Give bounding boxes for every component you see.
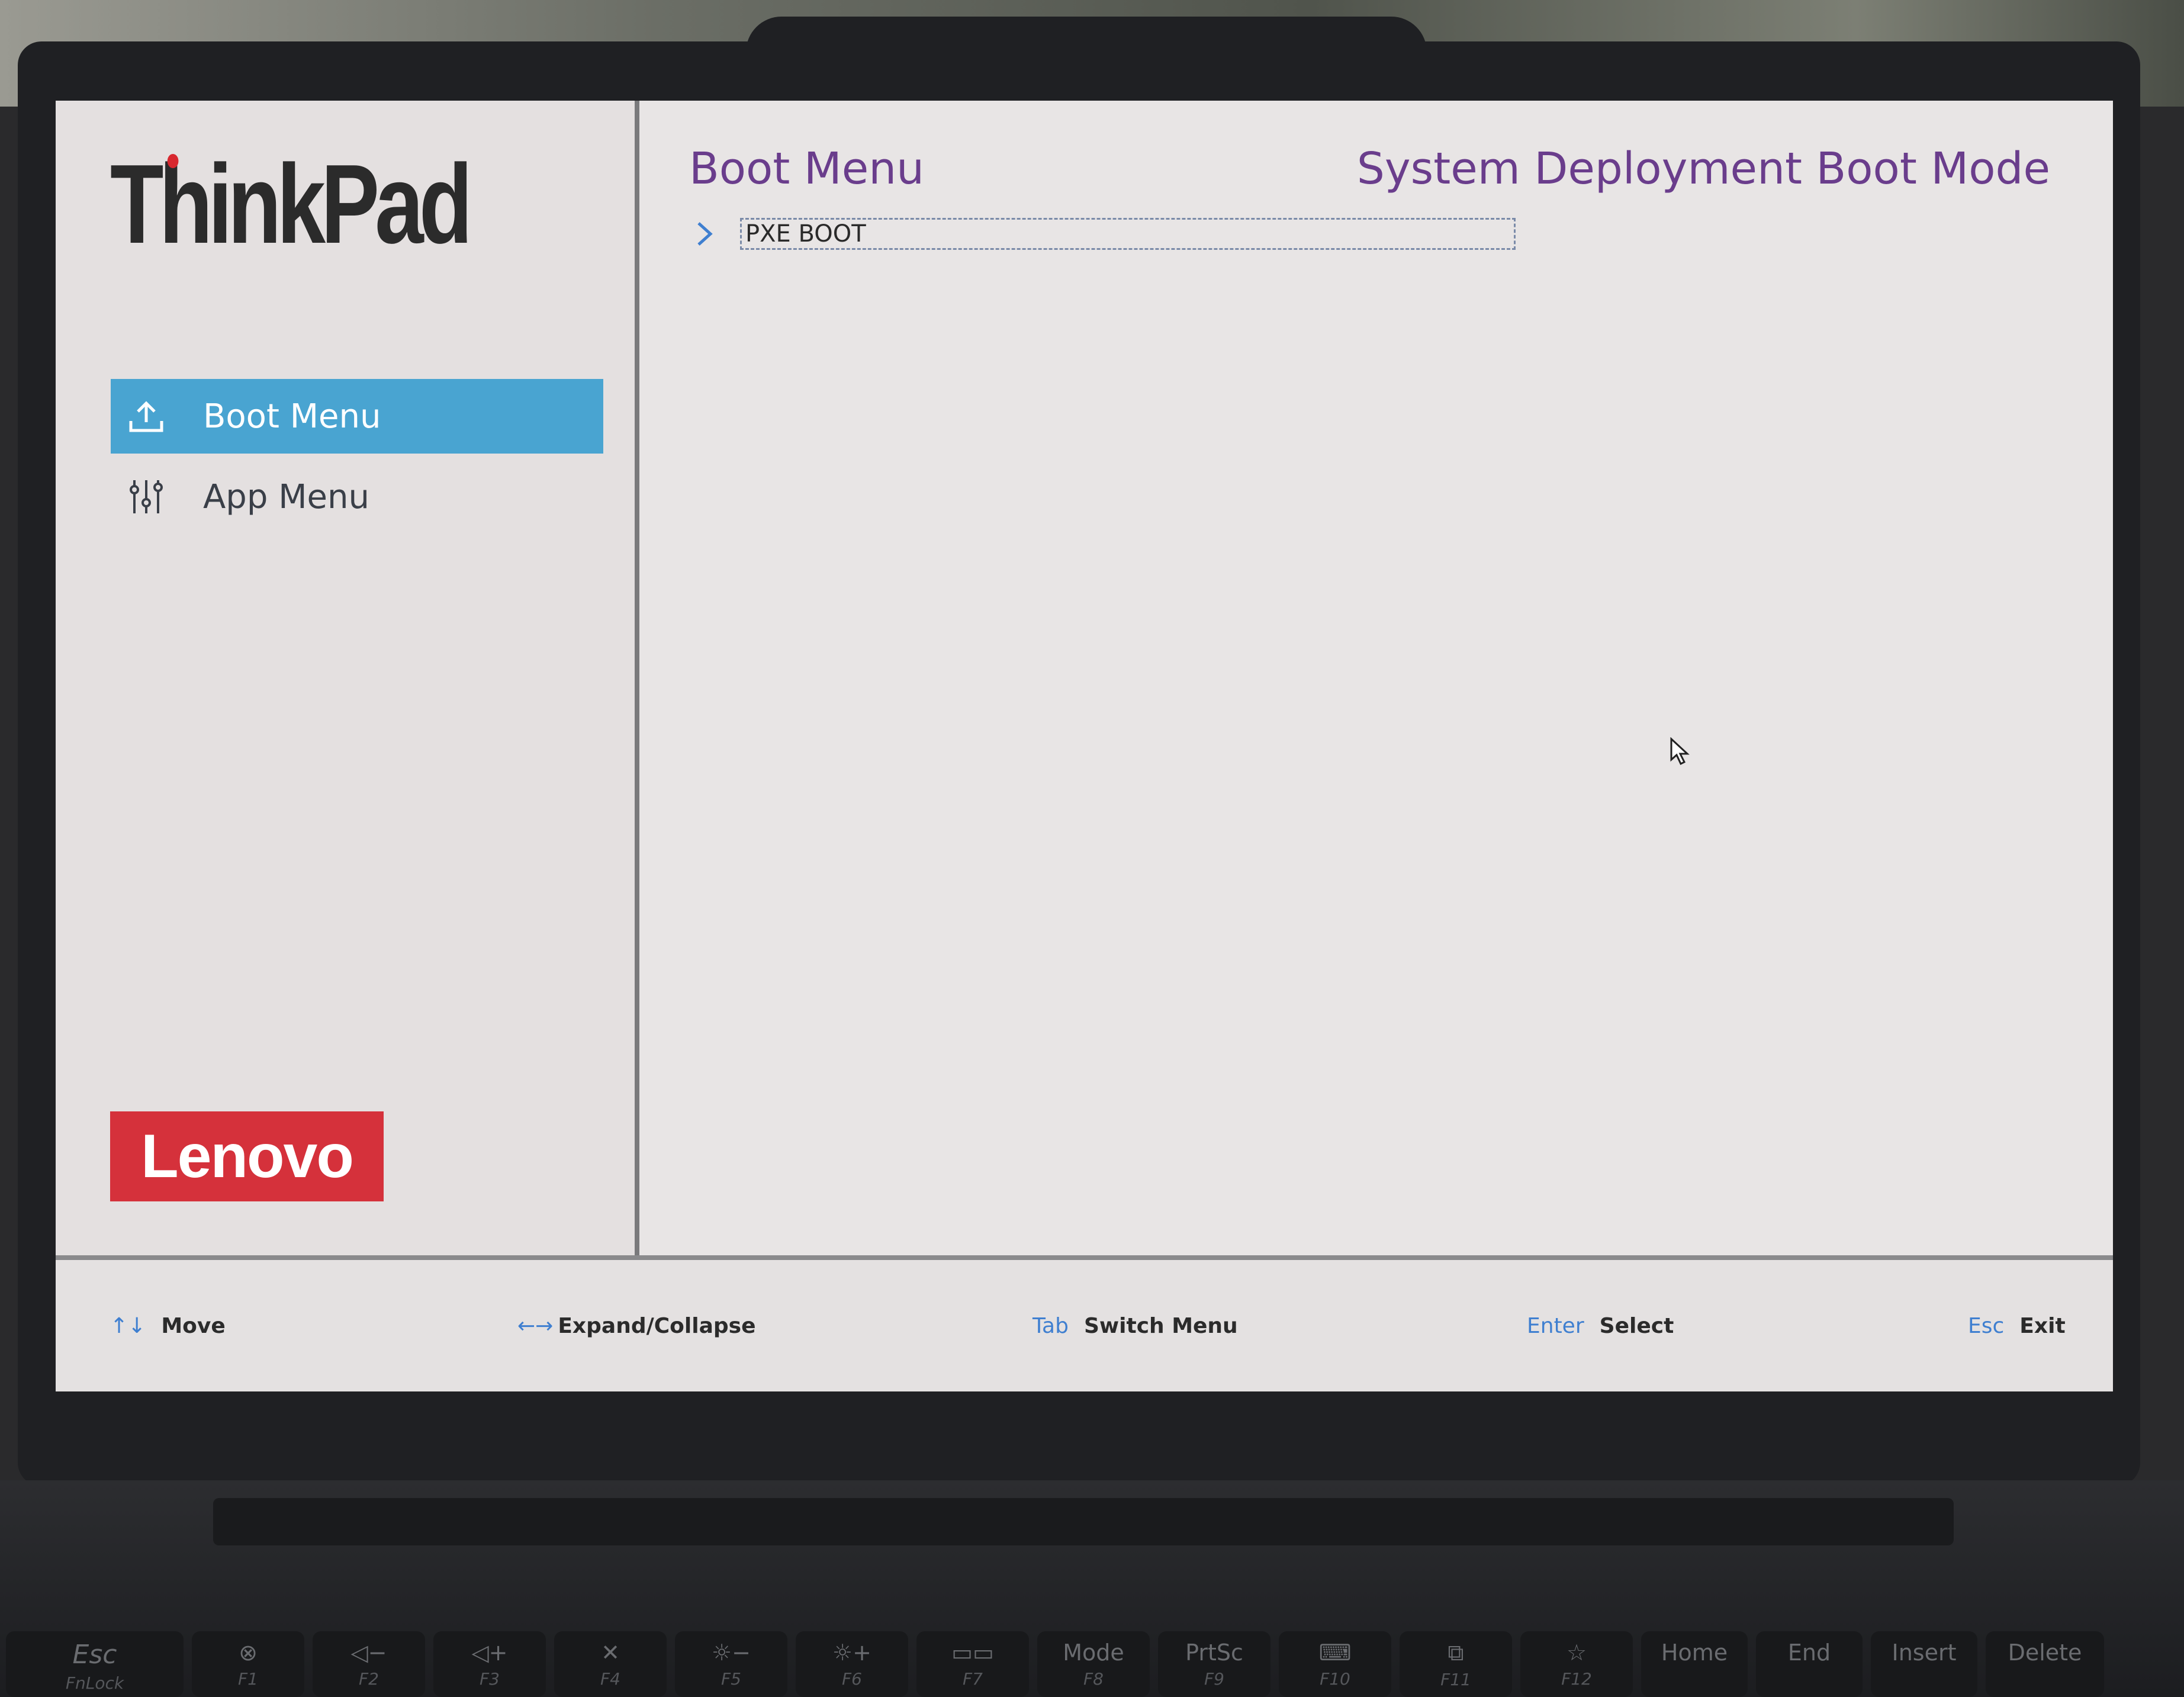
key-top-label: ✕ [601,1640,620,1666]
hint-tab: Tab Switch Menu [1033,1260,1238,1391]
key-esc[interactable]: Esc FnLock [6,1631,184,1697]
key-top-label: PrtSc [1185,1640,1243,1666]
hint-key: ↑↓ [110,1313,146,1338]
key-f7[interactable]: ▭▭ F7 [916,1631,1029,1697]
key-sub-label: F4 [600,1669,620,1689]
key-top-label: ☼+ [832,1640,871,1666]
sidebar-item-label: Boot Menu [203,397,381,436]
key-sub-label: F7 [963,1669,983,1689]
key-f2[interactable]: ◁− F2 [313,1631,425,1697]
key-top-label: ◁+ [471,1640,508,1666]
key-f1[interactable]: ⊗ F1 [192,1631,304,1697]
key-sub-label: F3 [480,1669,500,1689]
mouse-pointer-icon [1670,737,1690,768]
thinkpad-logo-text: ThinkPad [110,142,472,267]
key-f11[interactable]: ⧉ F11 [1400,1631,1512,1697]
thinkpad-logo-dot [167,154,179,168]
boot-entry-label: PXE BOOT [740,218,1516,250]
key-delete[interactable]: Delete [1986,1631,2104,1697]
key-sub-label: F10 [1320,1669,1350,1689]
key-top-label: ☼− [712,1640,751,1666]
key-sub-label: F1 [238,1669,258,1689]
key-top-label: ⊗ [239,1640,258,1666]
key-top-label: End [1787,1640,1831,1666]
hinge [213,1498,1954,1545]
key-f8[interactable]: Mode F8 [1037,1631,1150,1697]
key-top-label: Delete [2008,1640,2082,1666]
key-sub-label: F8 [1083,1669,1104,1689]
key-f5[interactable]: ☼− F5 [675,1631,787,1697]
hint-key: ←→ [517,1313,554,1338]
upload-icon [123,393,170,440]
key-f6[interactable]: ☼+ F6 [796,1631,908,1697]
key-f12[interactable]: ☆ F12 [1520,1631,1633,1697]
key-sub-label: F2 [359,1669,379,1689]
key-sub-label: F6 [842,1669,862,1689]
sidebar-item-label: App Menu [203,477,369,516]
thinkpad-logo: ThinkPad [110,148,472,261]
key-top-label: ⧉ [1448,1640,1464,1666]
sidebar: ThinkPad Boot Menu App Menu Lenovo [56,101,635,1255]
boot-mode-title: System Deployment Boot Mode [1356,143,2050,194]
page-title: Boot Menu [689,143,925,194]
sliders-icon [123,473,170,520]
key-top-label: ▭▭ [951,1640,994,1666]
key-top-label: Insert [1892,1640,1957,1666]
function-key-row: Esc FnLock ⊗ F1 ◁− F2 ◁+ F3 ✕ F4 ☼− F5 ☼… [0,1631,2184,1697]
hint-label: Switch Menu [1083,1313,1238,1338]
key-top-label: ⌨ [1318,1640,1352,1666]
boot-entry-pxe[interactable]: PXE BOOT [687,213,1516,255]
key-sub-label: FnLock [65,1673,124,1693]
key-sub-label: F11 [1440,1670,1471,1689]
key-sub-label: F5 [721,1669,741,1689]
hint-key: Enter [1527,1313,1584,1338]
hint-enter: Enter Select [1527,1260,1674,1391]
lenovo-logo: Lenovo [110,1111,384,1201]
sidebar-nav: Boot Menu App Menu [111,379,603,534]
hint-label: Expand/Collapse [558,1313,756,1338]
key-hints-footer: ↑↓ Move ←→ Expand/Collapse Tab Switch Me… [56,1260,2113,1391]
bios-screen: ThinkPad Boot Menu App Menu Lenovo Boot … [56,101,2113,1391]
key-end[interactable]: End [1756,1631,1863,1697]
hint-esc: Esc Exit [1968,1260,2066,1391]
key-insert[interactable]: Insert [1871,1631,1977,1697]
hint-move: ↑↓ Move [110,1260,226,1391]
key-f9[interactable]: PrtSc F9 [1158,1631,1270,1697]
hint-expand-collapse: ←→ Expand/Collapse [517,1260,756,1391]
main-panel: Boot Menu System Deployment Boot Mode PX… [639,101,2113,1255]
key-top-label: Mode [1063,1640,1124,1666]
key-f3[interactable]: ◁+ F3 [433,1631,546,1697]
key-top-label: ◁− [350,1640,387,1666]
key-home[interactable]: Home [1641,1631,1748,1697]
key-top-label: ☆ [1566,1640,1587,1666]
sidebar-item-boot-menu[interactable]: Boot Menu [111,379,603,454]
chevron-right-icon [687,216,722,252]
hint-key: Esc [1968,1313,2005,1338]
hint-label: Select [1599,1313,1674,1338]
key-sub-label: F9 [1204,1669,1224,1689]
hint-label: Exit [2019,1313,2066,1338]
sidebar-item-app-menu[interactable]: App Menu [111,459,603,534]
key-sub-label: F12 [1561,1669,1592,1689]
key-top-label: Home [1661,1640,1728,1666]
key-f4[interactable]: ✕ F4 [554,1631,667,1697]
vertical-divider [635,101,639,1255]
key-f10[interactable]: ⌨ F10 [1279,1631,1391,1697]
hint-key: Tab [1033,1313,1069,1338]
key-top-label: Esc [72,1640,117,1670]
hint-label: Move [161,1313,226,1338]
horizontal-divider [56,1255,2113,1260]
